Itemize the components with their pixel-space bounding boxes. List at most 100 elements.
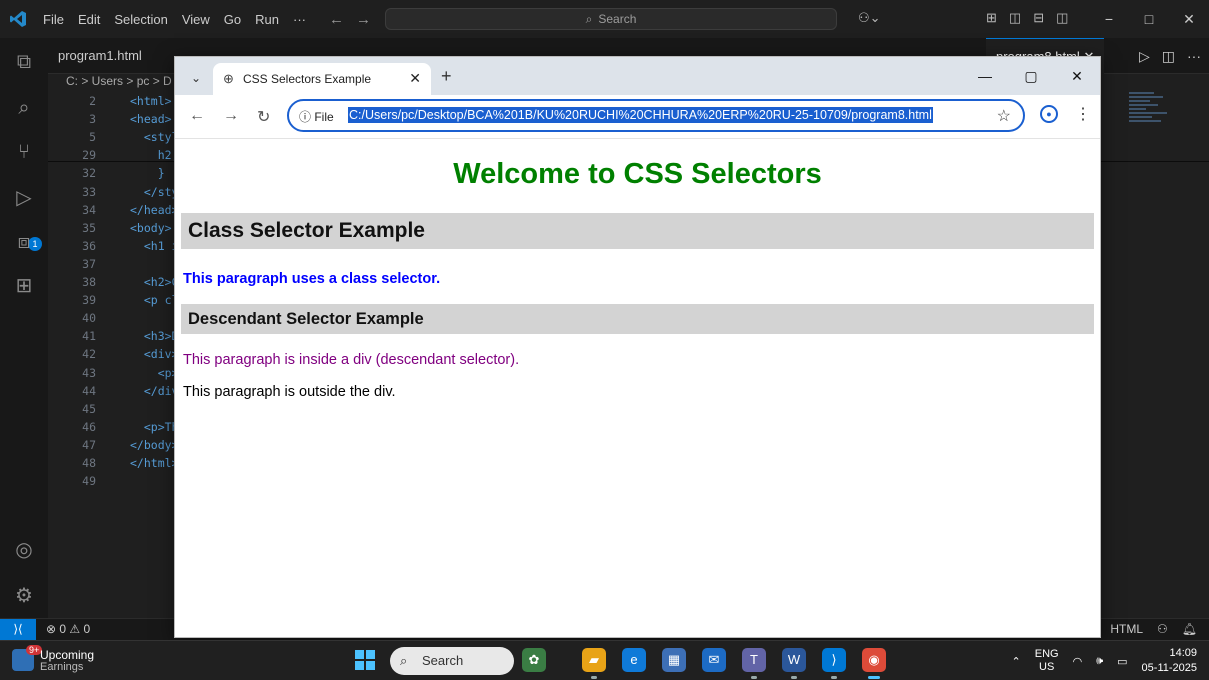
copilot-status-icon[interactable]: ⚇ bbox=[1157, 622, 1168, 636]
address-bar[interactable]: ⓘ File C:/Users/pc/Desktop/BCA%201B/KU%2… bbox=[287, 99, 1025, 132]
outlook-icon[interactable]: ✉ bbox=[702, 648, 726, 672]
browser-tabstrip: ⌄ ⊕ CSS Selectors Example ✕ + — ▢ ✕ bbox=[175, 57, 1100, 95]
taskbar-search-label: Search bbox=[422, 653, 464, 668]
forward-arrow-icon[interactable]: → bbox=[356, 11, 371, 28]
maximize-icon[interactable]: □ bbox=[1129, 11, 1169, 27]
clock[interactable]: 14:09 05-11-2025 bbox=[1142, 646, 1197, 676]
explorer-icon[interactable]: ⧉ bbox=[12, 50, 36, 74]
run-debug-icon[interactable]: ▷ bbox=[12, 186, 36, 210]
battery-icon[interactable]: ▭ bbox=[1117, 655, 1127, 668]
edge-browser-icon[interactable]: e bbox=[622, 648, 646, 672]
class-selector-heading: Class Selector Example bbox=[181, 213, 1094, 249]
customize-layout-icon[interactable]: ⊞ bbox=[986, 10, 997, 26]
tray-chevron-icon[interactable]: ⌃ bbox=[1012, 655, 1021, 668]
browser-close-icon[interactable]: ✕ bbox=[1054, 68, 1100, 85]
volume-icon[interactable]: 🕪︎ bbox=[1096, 655, 1103, 668]
split-editor-icon[interactable]: ◫ bbox=[1162, 38, 1175, 74]
store-icon[interactable]: ▦ bbox=[662, 648, 686, 672]
toggle-sidebar-icon[interactable]: ◫ bbox=[1009, 10, 1021, 26]
notifications-bell-icon[interactable]: 🔔︎ bbox=[1182, 622, 1197, 636]
line-number: 48 bbox=[82, 456, 96, 470]
clock-time: 14:09 bbox=[1169, 647, 1197, 659]
line-number: 42 bbox=[82, 347, 96, 362]
tab-search-chevron-icon[interactable]: ⌄ bbox=[185, 67, 207, 89]
tab-close-icon[interactable]: ✕ bbox=[409, 70, 421, 87]
language-mode[interactable]: HTML bbox=[1110, 622, 1143, 636]
widgets-title: Upcoming bbox=[40, 648, 95, 662]
minimize-icon[interactable]: − bbox=[1089, 11, 1129, 27]
browser-forward-icon[interactable]: → bbox=[223, 107, 239, 125]
profile-icon[interactable]: ● bbox=[1040, 105, 1058, 123]
file-explorer-icon[interactable]: ▰ bbox=[582, 648, 606, 672]
windows-taskbar: 9+ Upcoming Earnings ⌕ Search ✿ ▰ e ▦ ✉ … bbox=[0, 640, 1209, 680]
line-number: 33 bbox=[82, 184, 96, 199]
vscode-taskbar-icon[interactable]: ⟩ bbox=[822, 648, 846, 672]
new-tab-plus-icon[interactable]: + bbox=[441, 66, 452, 87]
account-icon[interactable]: ◎ bbox=[12, 538, 36, 562]
chrome-icon[interactable]: ◉ bbox=[862, 648, 886, 672]
menu-edit[interactable]: Edit bbox=[71, 12, 107, 27]
search-icon: ⌕ bbox=[585, 11, 593, 26]
code-text: </head> bbox=[130, 202, 179, 217]
menu-selection[interactable]: Selection bbox=[107, 12, 174, 27]
minimap[interactable] bbox=[1129, 90, 1171, 150]
browser-menu-icon[interactable]: ⋮ bbox=[1075, 104, 1091, 124]
running-indicator bbox=[751, 676, 757, 679]
back-arrow-icon[interactable]: ← bbox=[329, 11, 344, 28]
line-number: 5 bbox=[89, 130, 96, 145]
browser-back-icon[interactable]: ← bbox=[189, 107, 205, 125]
activity-bar: ⧉ ⌕ ⑂ ▷ 1 ⧈ ⊞ ◎ ⚙ bbox=[0, 38, 48, 618]
active-indicator bbox=[868, 676, 880, 679]
command-center-search[interactable]: ⌕ Search bbox=[385, 8, 837, 30]
settings-gear-icon[interactable]: ⚙ bbox=[12, 584, 36, 608]
browser-tab[interactable]: ⊕ CSS Selectors Example ✕ bbox=[213, 63, 431, 95]
close-icon[interactable]: ✕ bbox=[1169, 11, 1209, 28]
run-file-icon[interactable]: ▷ bbox=[1139, 38, 1150, 74]
remote-indicator-icon[interactable]: ⟩⟨ bbox=[0, 619, 36, 641]
input-language[interactable]: ENG US bbox=[1035, 648, 1059, 674]
menu-view[interactable]: View bbox=[175, 12, 217, 27]
search-icon[interactable]: ⌕ bbox=[12, 96, 36, 120]
more-actions-icon[interactable]: ··· bbox=[1187, 38, 1201, 74]
line-number: 47 bbox=[82, 437, 96, 452]
source-control-icon[interactable]: ⑂ bbox=[12, 140, 36, 164]
start-windows-icon[interactable] bbox=[355, 650, 375, 670]
line-number: 34 bbox=[82, 202, 96, 217]
menu-go[interactable]: Go bbox=[217, 12, 248, 27]
teams-icon[interactable]: T bbox=[742, 648, 766, 672]
diwali-app-icon[interactable]: ✿ bbox=[522, 648, 546, 672]
word-icon[interactable]: W bbox=[782, 648, 806, 672]
problems-indicator[interactable]: ⊗ 0 ⚠ 0 bbox=[46, 622, 90, 636]
code-text: <div> bbox=[130, 347, 179, 362]
bookmark-star-icon[interactable]: ☆ bbox=[997, 106, 1011, 126]
line-number: 2 bbox=[89, 94, 96, 108]
code-text: <html> bbox=[130, 94, 172, 108]
line-number: 45 bbox=[82, 401, 96, 416]
vscode-titlebar: File Edit Selection View Go Run ··· ← → … bbox=[0, 0, 1209, 38]
menu-more[interactable]: ··· bbox=[286, 12, 313, 27]
browser-window: ⌄ ⊕ CSS Selectors Example ✕ + — ▢ ✕ ← → … bbox=[174, 56, 1101, 638]
remote-explorer-icon[interactable]: ⧈ bbox=[12, 230, 36, 254]
menu-file[interactable]: File bbox=[36, 12, 71, 27]
menu-run[interactable]: Run bbox=[248, 12, 286, 27]
toggle-panel-icon[interactable]: ⊟ bbox=[1033, 10, 1044, 26]
site-info-chip[interactable]: ⓘ File bbox=[299, 108, 334, 125]
page-heading: Welcome to CSS Selectors bbox=[453, 158, 822, 190]
widgets-subtitle: Earnings bbox=[40, 661, 84, 673]
copilot-icon[interactable]: ⚇⌄ bbox=[858, 10, 881, 26]
browser-tab-title: CSS Selectors Example bbox=[243, 72, 372, 86]
browser-minimize-icon[interactable]: — bbox=[962, 68, 1008, 84]
line-number: 32 bbox=[82, 166, 96, 181]
tab-program1[interactable]: program1.html bbox=[48, 38, 152, 74]
toggle-secondary-sidebar-icon[interactable]: ◫ bbox=[1056, 10, 1068, 26]
widgets-button[interactable]: 9+ Upcoming Earnings bbox=[12, 645, 122, 675]
reload-icon[interactable]: ↻ bbox=[257, 107, 270, 127]
taskbar-search[interactable]: ⌕ Search bbox=[390, 647, 514, 675]
browser-maximize-icon[interactable]: ▢ bbox=[1008, 68, 1054, 85]
code-text: </html> bbox=[130, 456, 179, 470]
extensions-icon[interactable]: ⊞ bbox=[12, 274, 36, 298]
wifi-icon[interactable]: ◠ bbox=[1073, 655, 1083, 668]
breadcrumb[interactable]: C: > Users > pc > D bbox=[66, 74, 172, 88]
running-indicator bbox=[831, 676, 837, 679]
url-text[interactable]: C:/Users/pc/Desktop/BCA%201B/KU%20RUCHI%… bbox=[348, 107, 933, 123]
